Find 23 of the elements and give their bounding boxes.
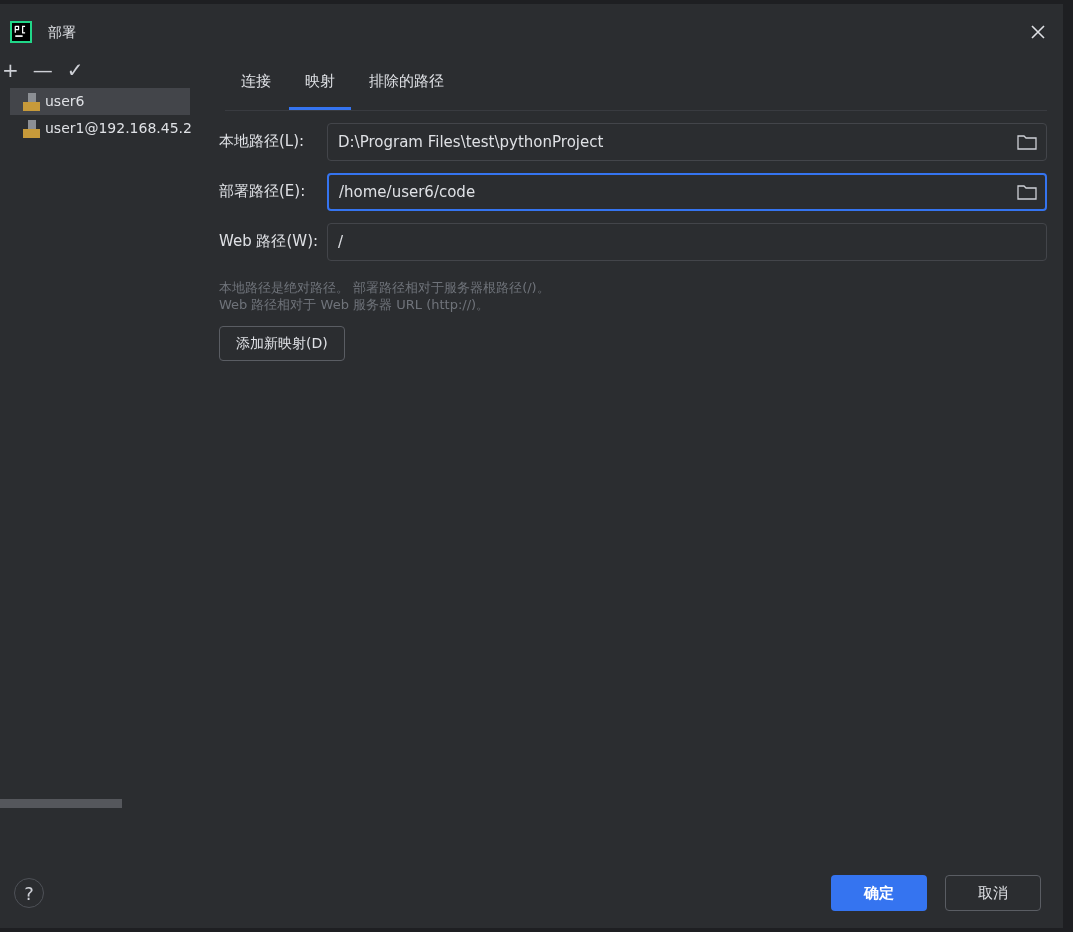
tab[interactable]: 映射 bbox=[289, 60, 351, 110]
folder-icon[interactable] bbox=[1017, 183, 1037, 200]
window-title: 部署 bbox=[48, 22, 76, 42]
tab[interactable]: 连接 bbox=[225, 60, 287, 110]
add-mapping-button[interactable]: 添加新映射(D) bbox=[219, 325, 345, 361]
path-field[interactable]: / bbox=[327, 222, 1047, 261]
sftp-server-icon bbox=[22, 91, 40, 112]
ok-button[interactable]: 确定 bbox=[831, 875, 927, 911]
folder-icon[interactable] bbox=[1017, 133, 1037, 150]
path-field[interactable]: D:\Program Files\test\pythonProject bbox=[327, 122, 1047, 161]
server-item[interactable]: user6 bbox=[10, 88, 190, 115]
field-label: Web 路径(W): bbox=[219, 231, 320, 253]
server-item[interactable]: user1@192.168.45.2 bbox=[10, 115, 198, 142]
path-field[interactable]: /home/user6/code bbox=[327, 172, 1047, 211]
app-logo-icon bbox=[10, 21, 32, 43]
hint-text: 本地路径是绝对路径。 部署路径相对于服务器根路径(/)。 Web 路径相对于 Web 服务器 URL (http://)。 bbox=[218, 278, 551, 314]
close-icon[interactable] bbox=[1031, 25, 1045, 39]
field-label: 部署路径(E): bbox=[219, 181, 307, 203]
tab[interactable]: 排除的路径 bbox=[353, 60, 460, 110]
scrollbar[interactable] bbox=[0, 799, 122, 808]
cancel-button[interactable]: 取消 bbox=[945, 875, 1041, 911]
sftp-server-icon bbox=[22, 118, 40, 139]
field-label: 本地路径(L): bbox=[219, 131, 306, 153]
